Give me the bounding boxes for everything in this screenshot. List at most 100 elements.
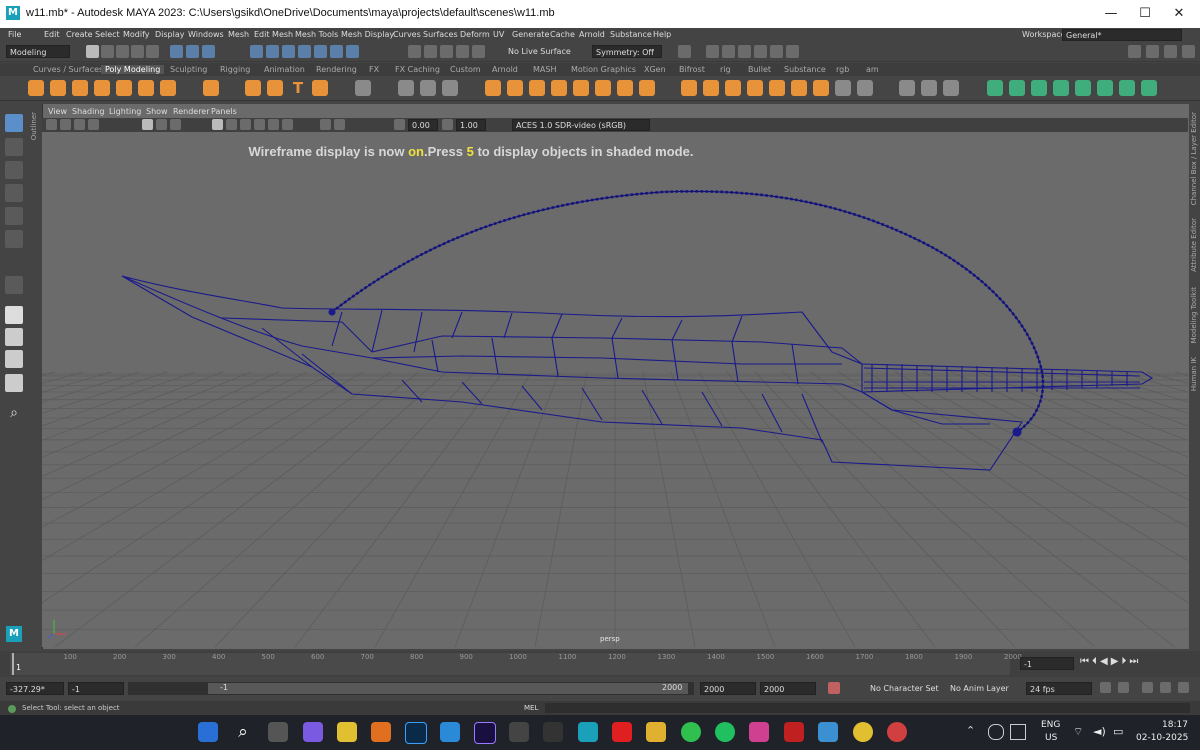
move-tool-icon[interactable] bbox=[5, 184, 23, 202]
panel-menu-panels[interactable]: Panels bbox=[211, 107, 237, 116]
triangulate-icon[interactable] bbox=[769, 80, 785, 96]
attribute-editor-icon[interactable] bbox=[1164, 45, 1177, 58]
menu-mesh-tools[interactable]: Mesh Tools bbox=[295, 30, 338, 39]
menu-cache[interactable]: Cache bbox=[550, 30, 575, 39]
select-hierarchy-icon[interactable] bbox=[170, 45, 183, 58]
sync-icon[interactable] bbox=[988, 724, 1004, 740]
circularize-icon[interactable] bbox=[639, 80, 655, 96]
menu-edit[interactable]: Edit bbox=[44, 30, 60, 39]
whatsapp-icon[interactable] bbox=[681, 722, 701, 742]
rotate-tool-icon[interactable] bbox=[5, 207, 23, 225]
fill-hole-icon[interactable] bbox=[747, 80, 763, 96]
select-object-icon[interactable] bbox=[186, 45, 199, 58]
new-scene-icon[interactable] bbox=[86, 45, 99, 58]
wedge-icon[interactable] bbox=[835, 80, 851, 96]
start-field[interactable]: -1 bbox=[68, 682, 124, 695]
history-icon[interactable] bbox=[678, 45, 691, 58]
superellipse-icon[interactable] bbox=[245, 80, 261, 96]
separate-icon[interactable] bbox=[507, 80, 523, 96]
modeling-toolkit-tab[interactable]: Modeling Toolkit bbox=[1190, 287, 1198, 343]
curve-mask-icon[interactable] bbox=[330, 45, 343, 58]
planar-uv-icon[interactable] bbox=[987, 80, 1003, 96]
youtube-icon[interactable] bbox=[612, 722, 632, 742]
shelf-tab-am[interactable]: am bbox=[866, 65, 879, 74]
chatgpt-icon[interactable] bbox=[543, 722, 563, 742]
selection-mask-icon[interactable] bbox=[250, 45, 263, 58]
svg-tool-icon[interactable] bbox=[312, 80, 328, 96]
camera-uv-icon[interactable] bbox=[1075, 80, 1091, 96]
render-view-icon[interactable] bbox=[770, 45, 783, 58]
pen-icon[interactable] bbox=[1010, 724, 1026, 740]
current-frame-field[interactable]: -1 bbox=[1020, 657, 1074, 670]
extrude-icon[interactable] bbox=[681, 80, 697, 96]
menu-curves[interactable]: Curves bbox=[393, 30, 421, 39]
shelf-tab-bifrost[interactable]: Bifrost bbox=[679, 65, 705, 74]
anim-layer-dropdown[interactable]: No Anim Layer bbox=[950, 684, 1009, 693]
current-time-marker[interactable] bbox=[12, 653, 14, 675]
shelf-tab-poly-modeling[interactable]: Poly Modeling bbox=[101, 65, 165, 74]
menu-help[interactable]: Help bbox=[653, 30, 671, 39]
paint-select-icon[interactable] bbox=[5, 161, 23, 179]
menu-arnold[interactable]: Arnold bbox=[579, 30, 605, 39]
uv-cut-icon[interactable] bbox=[1119, 80, 1135, 96]
range-handle[interactable] bbox=[208, 683, 688, 694]
save-scene-icon[interactable] bbox=[116, 45, 129, 58]
bridge-icon[interactable] bbox=[703, 80, 719, 96]
panel-menu-view[interactable]: View bbox=[48, 107, 67, 116]
lights-icon[interactable] bbox=[268, 119, 279, 130]
face-mask-icon[interactable] bbox=[298, 45, 311, 58]
time-slider[interactable]: 100 200 300 400 500 600 700 800 900 1000 1100 1200 1… bbox=[10, 653, 1022, 675]
poly-sphere-icon[interactable] bbox=[28, 80, 44, 96]
shelf-tab-rgb[interactable]: rgb bbox=[836, 65, 849, 74]
surface-mask-icon[interactable] bbox=[346, 45, 359, 58]
mirror-icon[interactable] bbox=[617, 80, 633, 96]
redo-icon[interactable] bbox=[146, 45, 159, 58]
red-app-icon[interactable] bbox=[784, 722, 804, 742]
menu-windows[interactable]: Windows bbox=[188, 30, 224, 39]
pivot-icon[interactable] bbox=[398, 80, 414, 96]
uv-mask-icon[interactable] bbox=[314, 45, 327, 58]
poly-cone-icon[interactable] bbox=[94, 80, 110, 96]
menu-uv[interactable]: UV bbox=[493, 30, 504, 39]
smooth-icon[interactable] bbox=[529, 80, 545, 96]
menu-set-dropdown[interactable]: Modeling bbox=[6, 45, 70, 58]
exposure-field[interactable]: 0.00 bbox=[408, 119, 438, 131]
task-view-icon[interactable] bbox=[268, 722, 288, 742]
perspective-viewport[interactable]: Wireframe display is now on.Press 5 to d… bbox=[42, 132, 1188, 647]
uv-editor-icon[interactable] bbox=[355, 80, 371, 96]
snap-surface-icon[interactable] bbox=[472, 45, 485, 58]
clock-date[interactable]: 02-10-2025 bbox=[1136, 733, 1188, 743]
maya-taskbar-icon[interactable] bbox=[578, 722, 598, 742]
menu-select[interactable]: Select bbox=[95, 30, 120, 39]
color-space-dropdown[interactable]: ACES 1.0 SDR-video (sRGB) bbox=[512, 119, 650, 131]
camera-attributes-icon[interactable] bbox=[60, 119, 71, 130]
close-button[interactable]: ✕ bbox=[1164, 4, 1194, 24]
boolean-intersect-icon[interactable] bbox=[595, 80, 611, 96]
region-label[interactable]: US bbox=[1045, 733, 1057, 743]
render-settings-icon[interactable] bbox=[738, 45, 751, 58]
shelf-tab-curves-surfaces[interactable]: Curves / Surfaces bbox=[33, 65, 103, 74]
language-label[interactable]: ENG bbox=[1041, 720, 1060, 730]
shelf-tab-rendering[interactable]: Rendering bbox=[316, 65, 357, 74]
uv-sew-icon[interactable] bbox=[1141, 80, 1157, 96]
hypershade-icon[interactable] bbox=[754, 45, 767, 58]
menu-substance[interactable]: Substance bbox=[610, 30, 652, 39]
human-ik-tab[interactable]: Human IK bbox=[1190, 357, 1198, 391]
attribute-editor-tab[interactable]: Attribute Editor bbox=[1190, 218, 1198, 272]
quadrangulate-icon[interactable] bbox=[791, 80, 807, 96]
outliner-tab[interactable]: Outliner bbox=[30, 112, 38, 140]
wireframe-on-shaded-icon[interactable] bbox=[240, 119, 251, 130]
maya-home-icon[interactable]: M bbox=[6, 626, 22, 642]
exposure-icon[interactable] bbox=[394, 119, 405, 130]
snap-view-icon[interactable] bbox=[456, 45, 469, 58]
combine-icon[interactable] bbox=[485, 80, 501, 96]
instagram-icon[interactable] bbox=[749, 722, 769, 742]
resolution-gate-icon[interactable] bbox=[170, 119, 181, 130]
maximize-button[interactable]: ☐ bbox=[1130, 4, 1160, 24]
platonic-solid-icon[interactable] bbox=[203, 80, 219, 96]
isolate-select-icon[interactable] bbox=[320, 119, 331, 130]
auto-key-icon[interactable] bbox=[828, 682, 840, 694]
poly-plane-icon[interactable] bbox=[138, 80, 154, 96]
menu-modify[interactable]: Modify bbox=[123, 30, 150, 39]
gamma-field[interactable]: 1.00 bbox=[456, 119, 486, 131]
